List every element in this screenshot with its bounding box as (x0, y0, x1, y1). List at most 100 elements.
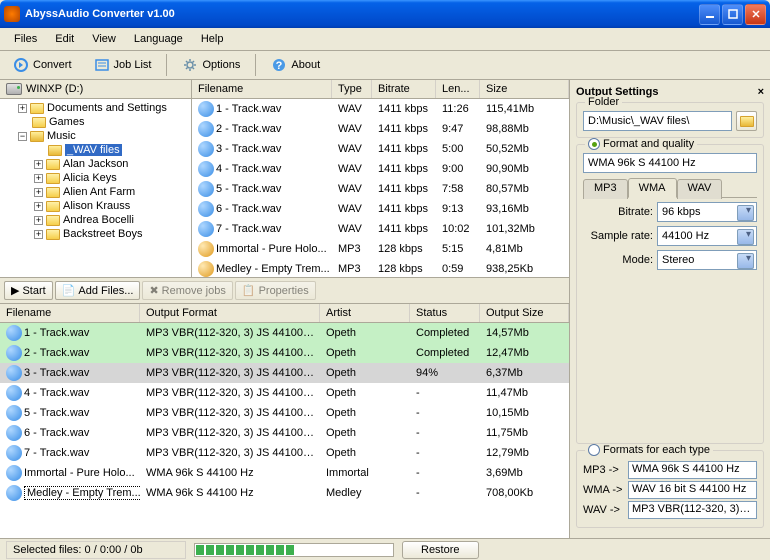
file-row[interactable]: 7 - Track.wavWAV1411 kbps10:02101,32Mb (192, 219, 569, 239)
tree-item[interactable]: +Documents and Settings (2, 101, 189, 115)
job-row[interactable]: 6 - Track.wavMP3 VBR(112-320, 3) JS 4410… (0, 423, 569, 443)
joblist-label: Job List (114, 59, 152, 71)
progress-bar (194, 543, 394, 557)
about-button[interactable]: ?About (262, 53, 329, 77)
audio-icon (198, 221, 214, 237)
file-row[interactable]: 1 - Track.wavWAV1411 kbps11:26115,41Mb (192, 99, 569, 119)
file-list: Filename Type Bitrate Len... Size 1 - Tr… (192, 80, 569, 277)
file-row[interactable]: 3 - Track.wavWAV1411 kbps5:0050,52Mb (192, 139, 569, 159)
svg-text:?: ? (276, 60, 283, 72)
tree-item[interactable]: +Backstreet Boys (2, 227, 189, 241)
properties-button[interactable]: 📋Properties (235, 281, 316, 300)
col-output-size[interactable]: Output Size (480, 304, 569, 322)
expand-icon[interactable]: + (34, 202, 43, 211)
job-row[interactable]: Medley - Empty Trem...WMA 96k S 44100 Hz… (0, 483, 569, 503)
tab-wav[interactable]: WAV (677, 179, 723, 199)
audio-icon (6, 385, 22, 401)
audio-icon (6, 325, 22, 341)
job-row[interactable]: 7 - Track.wavMP3 VBR(112-320, 3) JS 4410… (0, 443, 569, 463)
collapse-icon[interactable]: − (18, 132, 27, 141)
expand-icon[interactable]: + (18, 104, 27, 113)
col-status[interactable]: Status (410, 304, 480, 322)
file-row[interactable]: 5 - Track.wavWAV1411 kbps7:5880,57Mb (192, 179, 569, 199)
audio-icon (198, 181, 214, 197)
menu-files[interactable]: Files (6, 30, 45, 48)
mode-combo[interactable]: Stereo (657, 250, 757, 270)
job-row[interactable]: 5 - Track.wavMP3 VBR(112-320, 3) JS 4410… (0, 403, 569, 423)
bitrate-combo[interactable]: 96 kbps (657, 202, 757, 222)
format-quality-radio[interactable] (588, 138, 600, 150)
job-row[interactable]: 1 - Track.wavMP3 VBR(112-320, 3) JS 4410… (0, 323, 569, 343)
browse-folder-button[interactable] (736, 111, 757, 131)
minimize-button[interactable] (699, 4, 720, 25)
tree-item[interactable]: +Alicia Keys (2, 171, 189, 185)
folder-path-input[interactable] (583, 111, 732, 131)
expand-icon[interactable]: + (34, 188, 43, 197)
tab-wma[interactable]: WMA (628, 178, 677, 198)
close-panel-button[interactable]: × (758, 86, 764, 98)
samplerate-combo[interactable]: 44100 Hz (657, 226, 757, 246)
wma-to-value[interactable]: WAV 16 bit S 44100 Hz (628, 481, 757, 499)
wav-to-value[interactable]: MP3 VBR(112-320, 3) JS 44... (628, 501, 757, 519)
statusbar: Selected files: 0 / 0:00 / 0b Restore (0, 538, 770, 560)
tree-item[interactable]: Games (2, 115, 189, 129)
folder-tree-panel: WINXP (D:) +Documents and Settings Games… (0, 80, 192, 277)
job-list-body[interactable]: 1 - Track.wavMP3 VBR(112-320, 3) JS 4410… (0, 323, 569, 538)
file-row[interactable]: Immortal - Pure Holo...MP3128 kbps5:154,… (192, 239, 569, 259)
file-row[interactable]: 6 - Track.wavWAV1411 kbps9:1393,16Mb (192, 199, 569, 219)
tree-item[interactable]: −Music (2, 129, 189, 143)
folder-icon (46, 201, 60, 212)
separator (255, 54, 256, 76)
tree-item[interactable]: +Alan Jackson (2, 157, 189, 171)
convert-button[interactable]: Convert (4, 53, 81, 77)
col-output-format[interactable]: Output Format (140, 304, 320, 322)
options-button[interactable]: Options (173, 53, 249, 77)
job-row[interactable]: Immortal - Pure Holo...WMA 96k S 44100 H… (0, 463, 569, 483)
start-button[interactable]: ▶Start (4, 281, 53, 300)
app-icon (4, 6, 20, 22)
joblist-button[interactable]: Job List (85, 53, 161, 77)
formats-each-type-radio[interactable] (588, 444, 600, 456)
tree-item[interactable]: +Andrea Bocelli (2, 213, 189, 227)
col-size[interactable]: Size (480, 80, 569, 98)
col-length[interactable]: Len... (436, 80, 480, 98)
add-files-button[interactable]: 📄Add Files... (55, 281, 141, 300)
drive-label[interactable]: WINXP (D:) (26, 83, 83, 95)
col-bitrate[interactable]: Bitrate (372, 80, 436, 98)
menu-view[interactable]: View (84, 30, 124, 48)
col-filename[interactable]: Filename (192, 80, 332, 98)
format-quality-field[interactable] (583, 153, 757, 173)
expand-icon[interactable]: + (34, 160, 43, 169)
tree-item[interactable]: +Alien Ant Farm (2, 185, 189, 199)
tree-item[interactable]: _WAV files (2, 143, 189, 157)
remove-jobs-button[interactable]: ✖Remove jobs (142, 281, 232, 300)
col-type[interactable]: Type (332, 80, 372, 98)
expand-icon[interactable]: + (34, 174, 43, 183)
expand-icon[interactable]: + (34, 230, 43, 239)
restore-button[interactable]: Restore (402, 541, 479, 559)
audio-icon (6, 425, 22, 441)
audio-icon (198, 241, 214, 257)
job-row[interactable]: 4 - Track.wavMP3 VBR(112-320, 3) JS 4410… (0, 383, 569, 403)
expand-icon[interactable]: + (34, 216, 43, 225)
file-list-body[interactable]: 1 - Track.wavWAV1411 kbps11:26115,41Mb2 … (192, 99, 569, 277)
tab-mp3[interactable]: MP3 (583, 179, 628, 199)
file-row[interactable]: Medley - Empty Trem...MP3128 kbps0:59938… (192, 259, 569, 277)
job-row[interactable]: 3 - Track.wavMP3 VBR(112-320, 3) JS 4410… (0, 363, 569, 383)
file-row[interactable]: 4 - Track.wavWAV1411 kbps9:0090,90Mb (192, 159, 569, 179)
job-row[interactable]: 2 - Track.wavMP3 VBR(112-320, 3) JS 4410… (0, 343, 569, 363)
col-filename[interactable]: Filename (0, 304, 140, 322)
menu-edit[interactable]: Edit (47, 30, 82, 48)
col-artist[interactable]: Artist (320, 304, 410, 322)
close-button[interactable] (745, 4, 766, 25)
folder-tree[interactable]: +Documents and Settings Games −Music _WA… (0, 99, 191, 277)
folder-icon (32, 117, 46, 128)
menu-help[interactable]: Help (193, 30, 232, 48)
mp3-to-value[interactable]: WMA 96k S 44100 Hz (628, 461, 757, 479)
folder-icon (46, 215, 60, 226)
tree-item[interactable]: +Alison Krauss (2, 199, 189, 213)
mode-label: Mode: (583, 254, 653, 266)
file-row[interactable]: 2 - Track.wavWAV1411 kbps9:4798,88Mb (192, 119, 569, 139)
menu-language[interactable]: Language (126, 30, 191, 48)
maximize-button[interactable] (722, 4, 743, 25)
